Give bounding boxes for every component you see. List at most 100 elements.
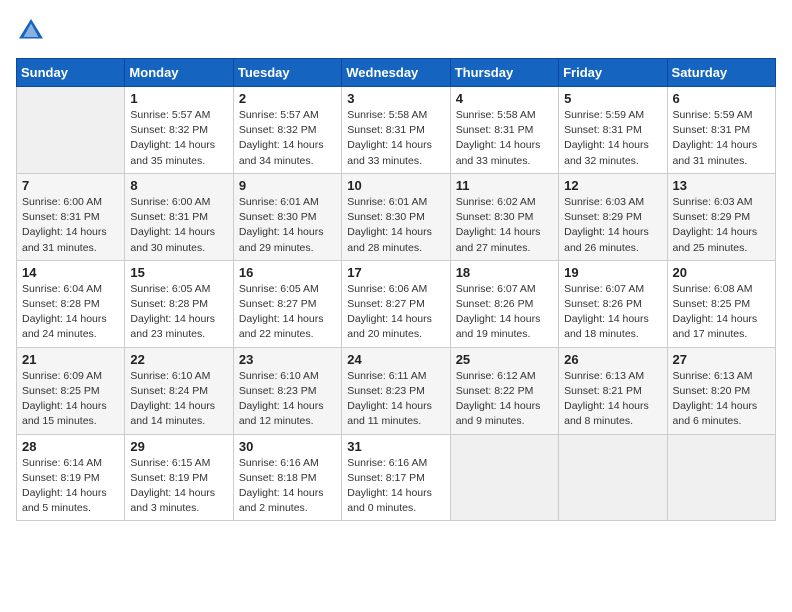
day-detail: Sunrise: 5:58 AMSunset: 8:31 PMDaylight:… (456, 108, 553, 169)
page-header (16, 16, 776, 46)
day-detail: Sunrise: 5:59 AMSunset: 8:31 PMDaylight:… (564, 108, 661, 169)
day-number: 16 (239, 265, 336, 280)
calendar-cell: 16 Sunrise: 6:05 AMSunset: 8:27 PMDayligh… (233, 260, 341, 347)
calendar-cell: 14 Sunrise: 6:04 AMSunset: 8:28 PMDayligh… (17, 260, 125, 347)
calendar-cell: 7Sunrise: 6:00 AMSunset: 8:31 PMDaylight… (17, 173, 125, 260)
day-detail: Sunrise: 6:08 AMSunset: 8:25 PMDaylight:… (673, 282, 770, 343)
header-wednesday: Wednesday (342, 59, 450, 87)
calendar-week-2: 7Sunrise: 6:00 AMSunset: 8:31 PMDaylight… (17, 173, 776, 260)
day-detail: Sunrise: 6:03 AMSunset: 8:29 PMDaylight:… (564, 195, 661, 256)
day-detail: Sunrise: 6:07 AMSunset: 8:26 PMDaylight:… (564, 282, 661, 343)
calendar-cell: 12 Sunrise: 6:03 AMSunset: 8:29 PMDayligh… (559, 173, 667, 260)
calendar-cell: 11Sunrise: 6:02 AMSunset: 8:30 PMDayligh… (450, 173, 558, 260)
day-number: 2 (239, 91, 336, 106)
day-number: 18 (456, 265, 553, 280)
logo-icon (16, 16, 46, 46)
calendar-cell: 27 Sunrise: 6:13 AMSunset: 8:20 PMDayligh… (667, 347, 775, 434)
calendar-cell: 13Sunrise: 6:03 AMSunset: 8:29 PMDayligh… (667, 173, 775, 260)
day-detail: Sunrise: 5:57 AMSunset: 8:32 PMDaylight:… (239, 108, 336, 169)
day-detail: Sunrise: 5:58 AMSunset: 8:31 PMDaylight:… (347, 108, 444, 169)
calendar-cell: 22 Sunrise: 6:10 AMSunset: 8:24 PMDayligh… (125, 347, 233, 434)
day-detail: Sunrise: 6:16 AMSunset: 8:17 PMDaylight:… (347, 456, 444, 517)
day-detail: Sunrise: 6:05 AMSunset: 8:28 PMDaylight:… (130, 282, 227, 343)
header-saturday: Saturday (667, 59, 775, 87)
header-monday: Monday (125, 59, 233, 87)
calendar-week-1: 1Sunrise: 5:57 AMSunset: 8:32 PMDaylight… (17, 87, 776, 174)
day-detail: Sunrise: 6:11 AMSunset: 8:23 PMDaylight:… (347, 369, 444, 430)
day-number: 5 (564, 91, 661, 106)
day-number: 17 (347, 265, 444, 280)
day-detail: Sunrise: 6:00 AMSunset: 8:31 PMDaylight:… (22, 195, 119, 256)
calendar-week-5: 28Sunrise: 6:14 AMSunset: 8:19 PMDayligh… (17, 434, 776, 521)
day-detail: Sunrise: 5:59 AMSunset: 8:31 PMDaylight:… (673, 108, 770, 169)
day-number: 27 (673, 352, 770, 367)
day-number: 31 (347, 439, 444, 454)
day-number: 30 (239, 439, 336, 454)
calendar-cell: 24 Sunrise: 6:11 AMSunset: 8:23 PMDayligh… (342, 347, 450, 434)
calendar-cell: 28Sunrise: 6:14 AMSunset: 8:19 PMDayligh… (17, 434, 125, 521)
header-friday: Friday (559, 59, 667, 87)
calendar-cell: 19 Sunrise: 6:07 AMSunset: 8:26 PMDayligh… (559, 260, 667, 347)
day-detail: Sunrise: 6:10 AMSunset: 8:23 PMDaylight:… (239, 369, 336, 430)
day-detail: Sunrise: 6:04 AMSunset: 8:28 PMDaylight:… (22, 282, 119, 343)
day-detail: Sunrise: 6:14 AMSunset: 8:19 PMDaylight:… (22, 456, 119, 517)
calendar-header-row: SundayMondayTuesdayWednesdayThursdayFrid… (17, 59, 776, 87)
calendar-cell: 26 Sunrise: 6:13 AMSunset: 8:21 PMDayligh… (559, 347, 667, 434)
day-detail: Sunrise: 6:13 AMSunset: 8:21 PMDaylight:… (564, 369, 661, 430)
calendar-cell: 25 Sunrise: 6:12 AMSunset: 8:22 PMDayligh… (450, 347, 558, 434)
day-number: 23 (239, 352, 336, 367)
day-number: 20 (673, 265, 770, 280)
day-number: 29 (130, 439, 227, 454)
day-number: 15 (130, 265, 227, 280)
day-detail: Sunrise: 6:05 AMSunset: 8:27 PMDaylight:… (239, 282, 336, 343)
day-number: 26 (564, 352, 661, 367)
calendar-cell (559, 434, 667, 521)
header-tuesday: Tuesday (233, 59, 341, 87)
day-number: 11 (456, 178, 553, 193)
calendar-cell: 9 Sunrise: 6:01 AMSunset: 8:30 PMDaylight… (233, 173, 341, 260)
day-detail: Sunrise: 5:57 AMSunset: 8:32 PMDaylight:… (130, 108, 227, 169)
calendar-cell (450, 434, 558, 521)
calendar-cell: 30 Sunrise: 6:16 AMSunset: 8:18 PMDayligh… (233, 434, 341, 521)
calendar-cell: 21Sunrise: 6:09 AMSunset: 8:25 PMDayligh… (17, 347, 125, 434)
day-detail: Sunrise: 6:10 AMSunset: 8:24 PMDaylight:… (130, 369, 227, 430)
day-detail: Sunrise: 6:09 AMSunset: 8:25 PMDaylight:… (22, 369, 119, 430)
day-number: 4 (456, 91, 553, 106)
day-number: 25 (456, 352, 553, 367)
calendar-cell: 1Sunrise: 5:57 AMSunset: 8:32 PMDaylight… (125, 87, 233, 174)
calendar-cell (17, 87, 125, 174)
day-number: 10 (347, 178, 444, 193)
day-detail: Sunrise: 6:16 AMSunset: 8:18 PMDaylight:… (239, 456, 336, 517)
day-number: 9 (239, 178, 336, 193)
calendar-cell: 20 Sunrise: 6:08 AMSunset: 8:25 PMDayligh… (667, 260, 775, 347)
day-number: 24 (347, 352, 444, 367)
day-detail: Sunrise: 6:01 AMSunset: 8:30 PMDaylight:… (239, 195, 336, 256)
calendar-cell: 2 Sunrise: 5:57 AMSunset: 8:32 PMDaylight… (233, 87, 341, 174)
calendar-cell: 31 Sunrise: 6:16 AMSunset: 8:17 PMDayligh… (342, 434, 450, 521)
day-number: 8 (130, 178, 227, 193)
calendar-week-3: 14 Sunrise: 6:04 AMSunset: 8:28 PMDayligh… (17, 260, 776, 347)
calendar-cell: 4 Sunrise: 5:58 AMSunset: 8:31 PMDaylight… (450, 87, 558, 174)
logo (16, 16, 52, 46)
day-number: 19 (564, 265, 661, 280)
calendar-cell: 8Sunrise: 6:00 AMSunset: 8:31 PMDaylight… (125, 173, 233, 260)
day-detail: Sunrise: 6:06 AMSunset: 8:27 PMDaylight:… (347, 282, 444, 343)
day-number: 22 (130, 352, 227, 367)
day-number: 6 (673, 91, 770, 106)
day-number: 13 (673, 178, 770, 193)
calendar-cell: 10Sunrise: 6:01 AMSunset: 8:30 PMDayligh… (342, 173, 450, 260)
calendar-cell (667, 434, 775, 521)
day-number: 12 (564, 178, 661, 193)
header-sunday: Sunday (17, 59, 125, 87)
day-detail: Sunrise: 6:13 AMSunset: 8:20 PMDaylight:… (673, 369, 770, 430)
calendar-cell: 15 Sunrise: 6:05 AMSunset: 8:28 PMDayligh… (125, 260, 233, 347)
calendar-cell: 3 Sunrise: 5:58 AMSunset: 8:31 PMDaylight… (342, 87, 450, 174)
calendar-cell: 17 Sunrise: 6:06 AMSunset: 8:27 PMDayligh… (342, 260, 450, 347)
calendar-cell: 6 Sunrise: 5:59 AMSunset: 8:31 PMDaylight… (667, 87, 775, 174)
day-number: 3 (347, 91, 444, 106)
day-number: 14 (22, 265, 119, 280)
calendar-cell: 18Sunrise: 6:07 AMSunset: 8:26 PMDayligh… (450, 260, 558, 347)
day-detail: Sunrise: 6:12 AMSunset: 8:22 PMDaylight:… (456, 369, 553, 430)
calendar-cell: 23 Sunrise: 6:10 AMSunset: 8:23 PMDayligh… (233, 347, 341, 434)
calendar-cell: 5 Sunrise: 5:59 AMSunset: 8:31 PMDaylight… (559, 87, 667, 174)
